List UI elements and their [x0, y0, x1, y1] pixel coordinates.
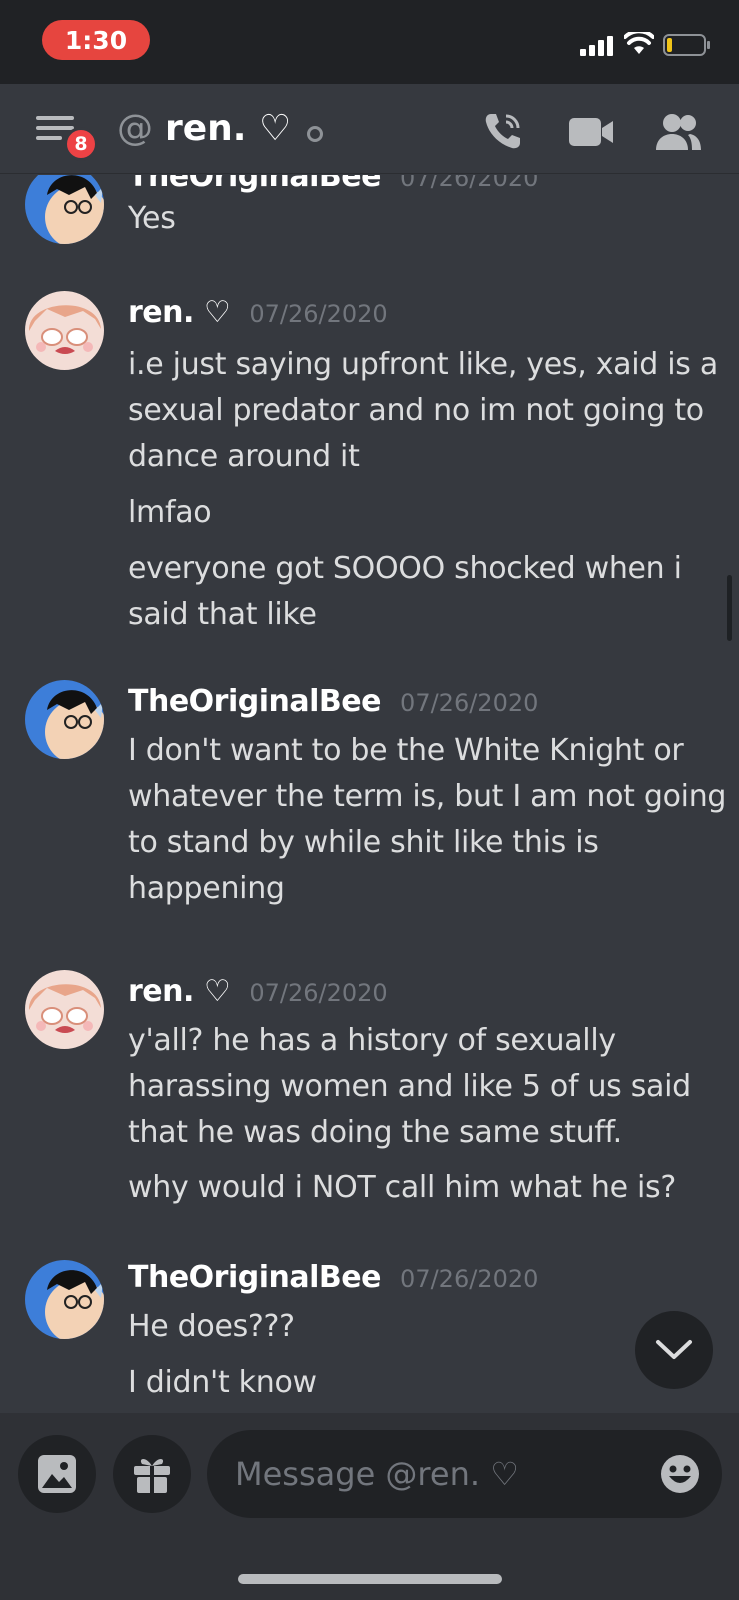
battery-icon	[663, 34, 710, 56]
home-indicator	[238, 1574, 502, 1584]
author-name[interactable]: TheOriginalBee	[128, 1260, 381, 1295]
dm-title[interactable]: ren. ♡	[165, 104, 291, 154]
author-name[interactable]: TheOriginalBee	[128, 175, 381, 194]
author-line: TheOriginalBee 07/26/2020	[128, 1260, 538, 1300]
avatar-theoriginalbee[interactable]	[25, 1260, 104, 1339]
channel-header: 8 @ ren. ♡	[0, 84, 739, 174]
avatar-theoriginalbee[interactable]	[25, 175, 104, 244]
timestamp: 07/26/2020	[400, 689, 539, 717]
message-input[interactable]: Message @ren. ♡	[207, 1430, 722, 1518]
members-icon[interactable]	[654, 112, 702, 152]
message-text: lmfao	[128, 495, 212, 530]
app-screen: 1:30 8 @ ren. ♡ TheOriginalBee 07/26/202…	[0, 0, 739, 1600]
offline-status-icon	[307, 126, 323, 142]
timestamp: 07/26/2020	[400, 1265, 539, 1293]
author-name[interactable]: ren. ♡	[128, 295, 231, 330]
chevron-down-icon	[656, 1340, 692, 1359]
at-symbol: @	[117, 108, 153, 149]
status-time: 1:30	[42, 20, 150, 60]
timestamp: 07/26/2020	[249, 300, 388, 328]
status-bar: 1:30	[0, 0, 739, 84]
author-name[interactable]: ren. ♡	[128, 974, 231, 1009]
message-text: i.e just saying upfront like, yes, xaid …	[128, 347, 718, 474]
video-icon[interactable]	[569, 114, 613, 150]
avatar-ren[interactable]	[25, 291, 104, 370]
avatar-ren[interactable]	[25, 970, 104, 1049]
gift-icon	[134, 1459, 170, 1493]
image-icon	[38, 1455, 76, 1493]
call-icon[interactable]	[482, 110, 524, 152]
emoji-icon[interactable]	[660, 1454, 700, 1494]
message-text: I don't want to be the White Knight or w…	[128, 733, 727, 906]
signal-icon	[580, 36, 613, 56]
message-text: y'all? he has a history of sexually hara…	[128, 1023, 691, 1150]
message-text: why would i NOT call him what he is?	[128, 1170, 676, 1205]
attach-image-button[interactable]	[18, 1435, 96, 1513]
jump-to-latest-button[interactable]	[635, 1311, 713, 1389]
author-line: ren. ♡ 07/26/2020	[128, 974, 388, 1014]
unread-badge: 8	[64, 127, 98, 161]
avatar-theoriginalbee[interactable]	[25, 680, 104, 759]
message-list[interactable]: TheOriginalBee 07/26/2020 Yes ren. ♡ 07/…	[0, 175, 739, 1413]
timestamp: 07/26/2020	[249, 979, 388, 1007]
wifi-icon	[624, 32, 654, 54]
author-name[interactable]: TheOriginalBee	[128, 684, 381, 719]
message-text: everyone got SOOOO shocked when i said t…	[128, 551, 682, 632]
author-line: ren. ♡ 07/26/2020	[128, 295, 388, 335]
timestamp: 07/26/2020	[400, 175, 539, 192]
message-text: Yes	[128, 201, 176, 236]
author-line: TheOriginalBee 07/26/2020	[128, 684, 538, 724]
message-composer: Message @ren. ♡	[0, 1413, 739, 1600]
scrollbar[interactable]	[727, 575, 732, 641]
gift-button[interactable]	[113, 1435, 191, 1513]
message-placeholder: Message @ren. ♡	[235, 1455, 519, 1493]
